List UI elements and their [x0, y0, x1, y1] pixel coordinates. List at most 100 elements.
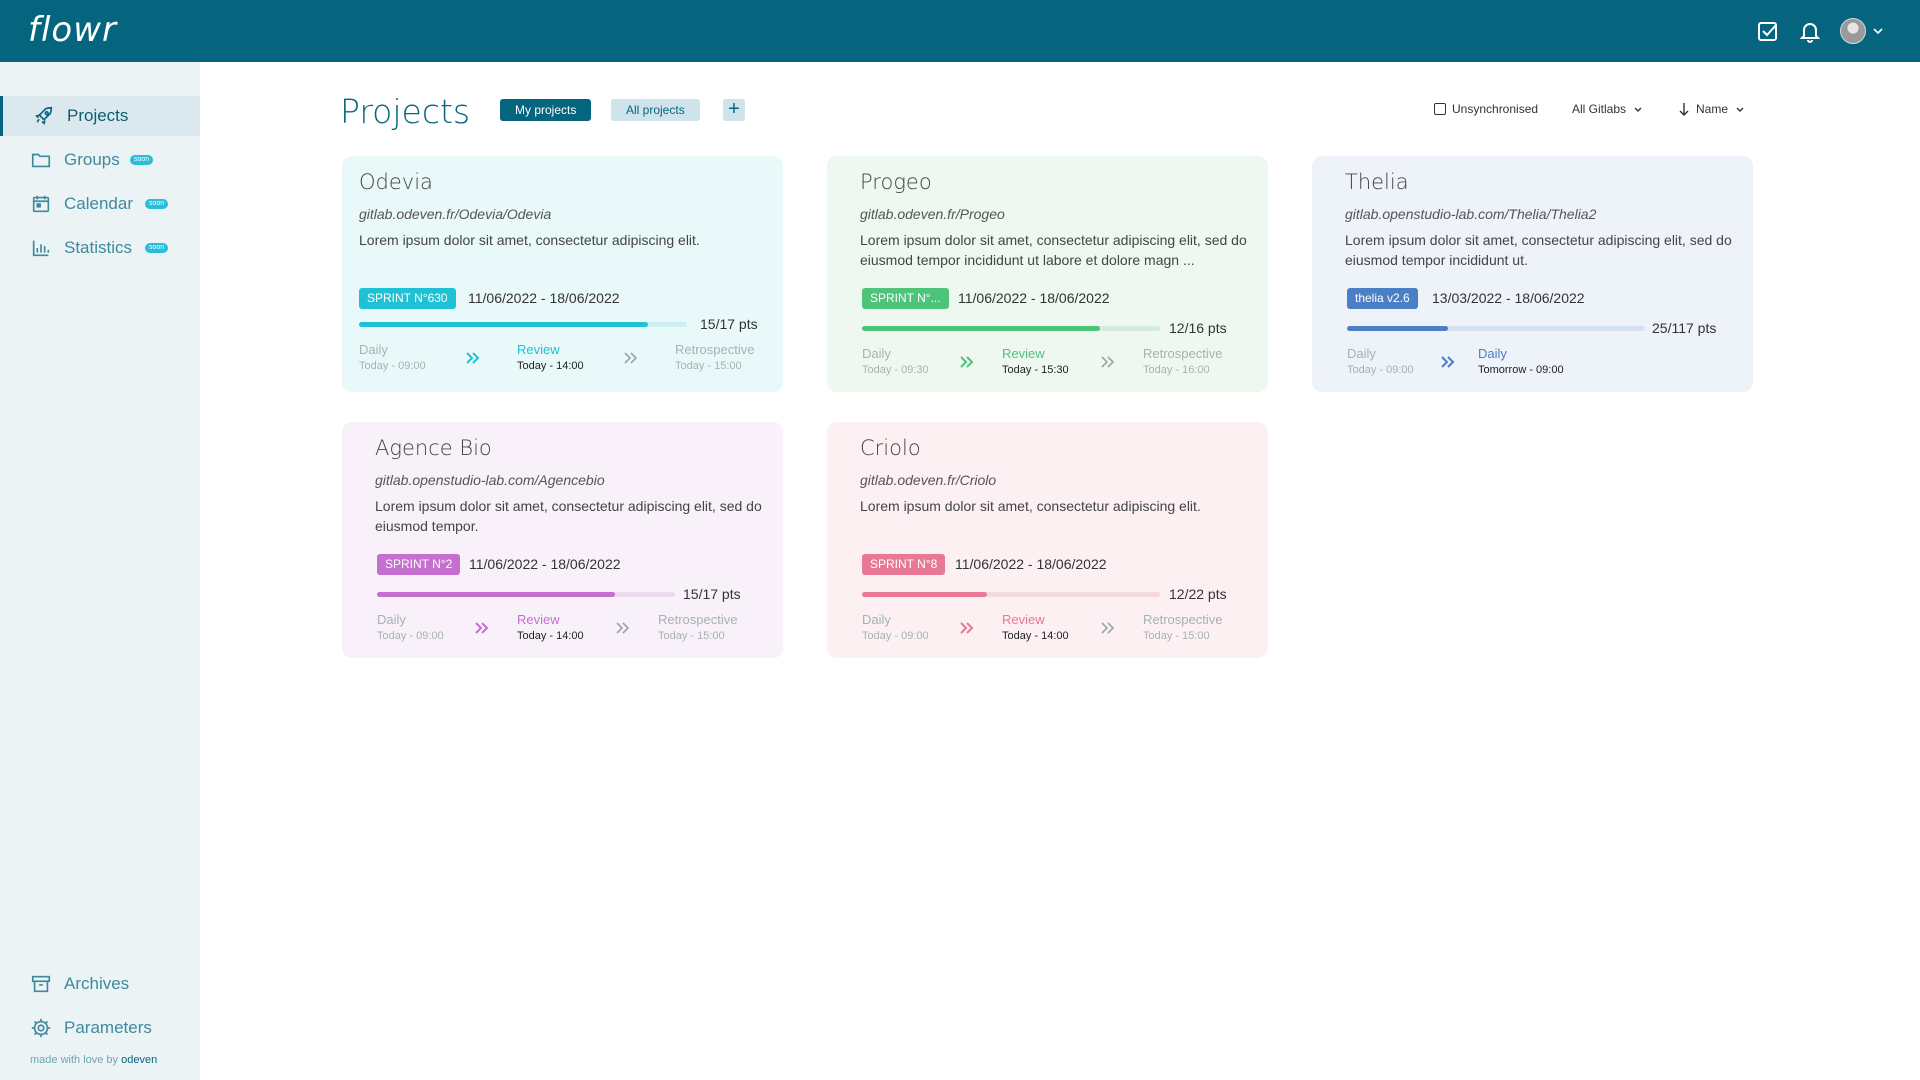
progress-points: 15/17 pts	[700, 316, 758, 332]
soon-badge: soon	[145, 199, 169, 209]
sidebar-item-calendar[interactable]: Calendar soon	[0, 184, 200, 224]
project-card-agence-bio[interactable]: Agence Bio gitlab.openstudio-lab.com/Age…	[342, 422, 783, 658]
chevron-down-icon	[1634, 107, 1642, 112]
soon-badge: soon	[145, 243, 169, 253]
double-chevron-right-icon	[960, 356, 974, 368]
app-logo[interactable]: flowr	[28, 10, 117, 50]
sprint-badge: SPRINT N°2	[377, 554, 461, 575]
unsynchronised-checkbox[interactable]	[1434, 103, 1446, 115]
avatar[interactable]	[1840, 18, 1866, 44]
sidebar-item-label: Archives	[64, 974, 130, 993]
chevron-down-icon[interactable]	[1872, 25, 1884, 37]
progress-points: 12/16 pts	[1169, 320, 1227, 336]
ceremony-daily: Daily Today - 09:30	[862, 346, 929, 376]
double-chevron-right-icon	[1101, 622, 1115, 634]
page-title: Projects	[340, 92, 471, 131]
rocket-icon	[35, 106, 53, 125]
project-description: Lorem ipsum dolor sit amet, consectetur …	[359, 232, 700, 248]
ceremony-retrospective: Retrospective Today - 15:00	[658, 612, 738, 642]
ceremony-review: Review Today - 14:00	[517, 612, 584, 642]
checkbox-icon[interactable]	[1756, 19, 1780, 43]
project-card-progeo[interactable]: Progeo gitlab.odeven.fr/Progeo Lorem ips…	[827, 156, 1268, 392]
double-chevron-right-icon	[466, 352, 480, 364]
double-chevron-right-icon	[624, 352, 638, 364]
progress-points: 25/117 pts	[1652, 320, 1717, 336]
project-url[interactable]: gitlab.openstudio-lab.com/Thelia/Thelia2	[1345, 206, 1596, 222]
sidebar-item-label: Calendar	[64, 194, 133, 213]
sprint-badge: thelia v2.6	[1347, 288, 1418, 309]
sprint-dates: 13/03/2022 - 18/06/2022	[1432, 290, 1585, 306]
ceremony-review: Review Today - 15:30	[1002, 346, 1069, 376]
project-url[interactable]: gitlab.odeven.fr/Odevia/Odevia	[359, 206, 551, 222]
ceremony-retrospective: Retrospective Today - 15:00	[675, 342, 755, 372]
chevron-down-icon	[1736, 107, 1744, 112]
gitlabs-dropdown[interactable]: All Gitlabs	[1572, 102, 1644, 116]
double-chevron-right-icon	[1441, 356, 1455, 368]
folder-icon	[31, 153, 51, 168]
bell-icon[interactable]	[1798, 19, 1822, 43]
progress-bar	[862, 592, 1160, 597]
ceremony-daily-next: Daily Tomorrow - 09:00	[1478, 346, 1564, 376]
all-projects-button[interactable]: All projects	[611, 99, 700, 121]
project-name: Agence Bio	[375, 436, 492, 460]
sidebar-item-projects[interactable]: Projects	[0, 96, 200, 136]
add-project-button[interactable]: +	[723, 99, 745, 121]
double-chevron-right-icon	[475, 622, 489, 634]
ceremony-daily: Daily Today - 09:00	[1347, 346, 1414, 376]
calendar-icon	[32, 195, 50, 213]
sprint-dates: 11/06/2022 - 18/06/2022	[958, 290, 1110, 306]
project-name: Odevia	[359, 170, 433, 194]
ceremony-daily: Daily Today - 09:00	[377, 612, 444, 642]
ceremony-daily: Daily Today - 09:00	[359, 342, 426, 372]
project-name: Thelia	[1345, 170, 1409, 194]
ceremony-review: Review Today - 14:00	[517, 342, 584, 372]
gitlabs-label: All Gitlabs	[1572, 102, 1627, 116]
progress-bar	[359, 322, 687, 327]
double-chevron-right-icon	[1101, 356, 1115, 368]
sidebar-item-label: Parameters	[64, 1018, 152, 1037]
ceremony-retrospective: Retrospective Today - 16:00	[1143, 346, 1223, 376]
sprint-badge: SPRINT N°630	[359, 288, 456, 309]
sidebar-item-statistics[interactable]: Statistics soon	[0, 228, 200, 268]
sidebar: Projects Groups soon Calendar soon Stati…	[0, 62, 200, 1080]
project-name: Criolo	[860, 436, 921, 460]
bar-chart-icon	[32, 240, 50, 257]
project-card-criolo[interactable]: Criolo gitlab.odeven.fr/Criolo Lorem ips…	[827, 422, 1268, 658]
top-bar: flowr	[0, 0, 1920, 62]
my-projects-button[interactable]: My projects	[500, 99, 592, 121]
sidebar-item-archives[interactable]: Archives	[0, 964, 200, 1004]
project-card-odevia[interactable]: Odevia gitlab.odeven.fr/Odevia/Odevia Lo…	[342, 156, 783, 392]
sidebar-item-label: Statistics	[64, 238, 133, 257]
sidebar-item-parameters[interactable]: Parameters	[0, 1008, 200, 1048]
project-name: Progeo	[860, 170, 932, 194]
ceremony-review: Review Today - 14:00	[1002, 612, 1069, 642]
sort-label: Name	[1696, 102, 1729, 116]
sidebar-item-label: Projects	[67, 106, 129, 125]
project-description: Lorem ipsum dolor sit amet, consectetur …	[860, 498, 1201, 514]
unsynchronised-filter[interactable]: Unsynchronised	[1434, 102, 1538, 116]
archive-icon	[31, 975, 51, 993]
unsynchronised-label: Unsynchronised	[1452, 102, 1539, 116]
project-description: Lorem ipsum dolor sit amet, consectetur …	[860, 232, 1247, 268]
sidebar-item-groups[interactable]: Groups soon	[0, 140, 200, 180]
project-url[interactable]: gitlab.odeven.fr/Progeo	[860, 206, 1005, 222]
ceremony-retrospective: Retrospective Today - 15:00	[1143, 612, 1223, 642]
project-description: Lorem ipsum dolor sit amet, consectetur …	[1345, 232, 1732, 268]
double-chevron-right-icon	[616, 622, 630, 634]
progress-bar	[862, 326, 1160, 331]
progress-points: 12/22 pts	[1169, 586, 1227, 602]
sprint-dates: 11/06/2022 - 18/06/2022	[955, 556, 1107, 572]
project-url[interactable]: gitlab.odeven.fr/Criolo	[860, 472, 996, 488]
sprint-dates: 11/06/2022 - 18/06/2022	[468, 290, 620, 306]
project-card-thelia[interactable]: Thelia gitlab.openstudio-lab.com/Thelia/…	[1312, 156, 1753, 392]
progress-bar	[1347, 326, 1645, 331]
project-description: Lorem ipsum dolor sit amet, consectetur …	[375, 498, 762, 534]
soon-badge: soon	[130, 155, 154, 165]
made-by-brand[interactable]: odeven	[121, 1054, 157, 1066]
ceremony-daily: Daily Today - 09:00	[862, 612, 929, 642]
made-by-footer: made with love by odeven	[30, 1054, 158, 1066]
progress-points: 15/17 pts	[683, 586, 741, 602]
progress-bar	[377, 592, 675, 597]
project-url[interactable]: gitlab.openstudio-lab.com/Agencebio	[375, 472, 605, 488]
sort-dropdown[interactable]: Name	[1678, 102, 1746, 116]
